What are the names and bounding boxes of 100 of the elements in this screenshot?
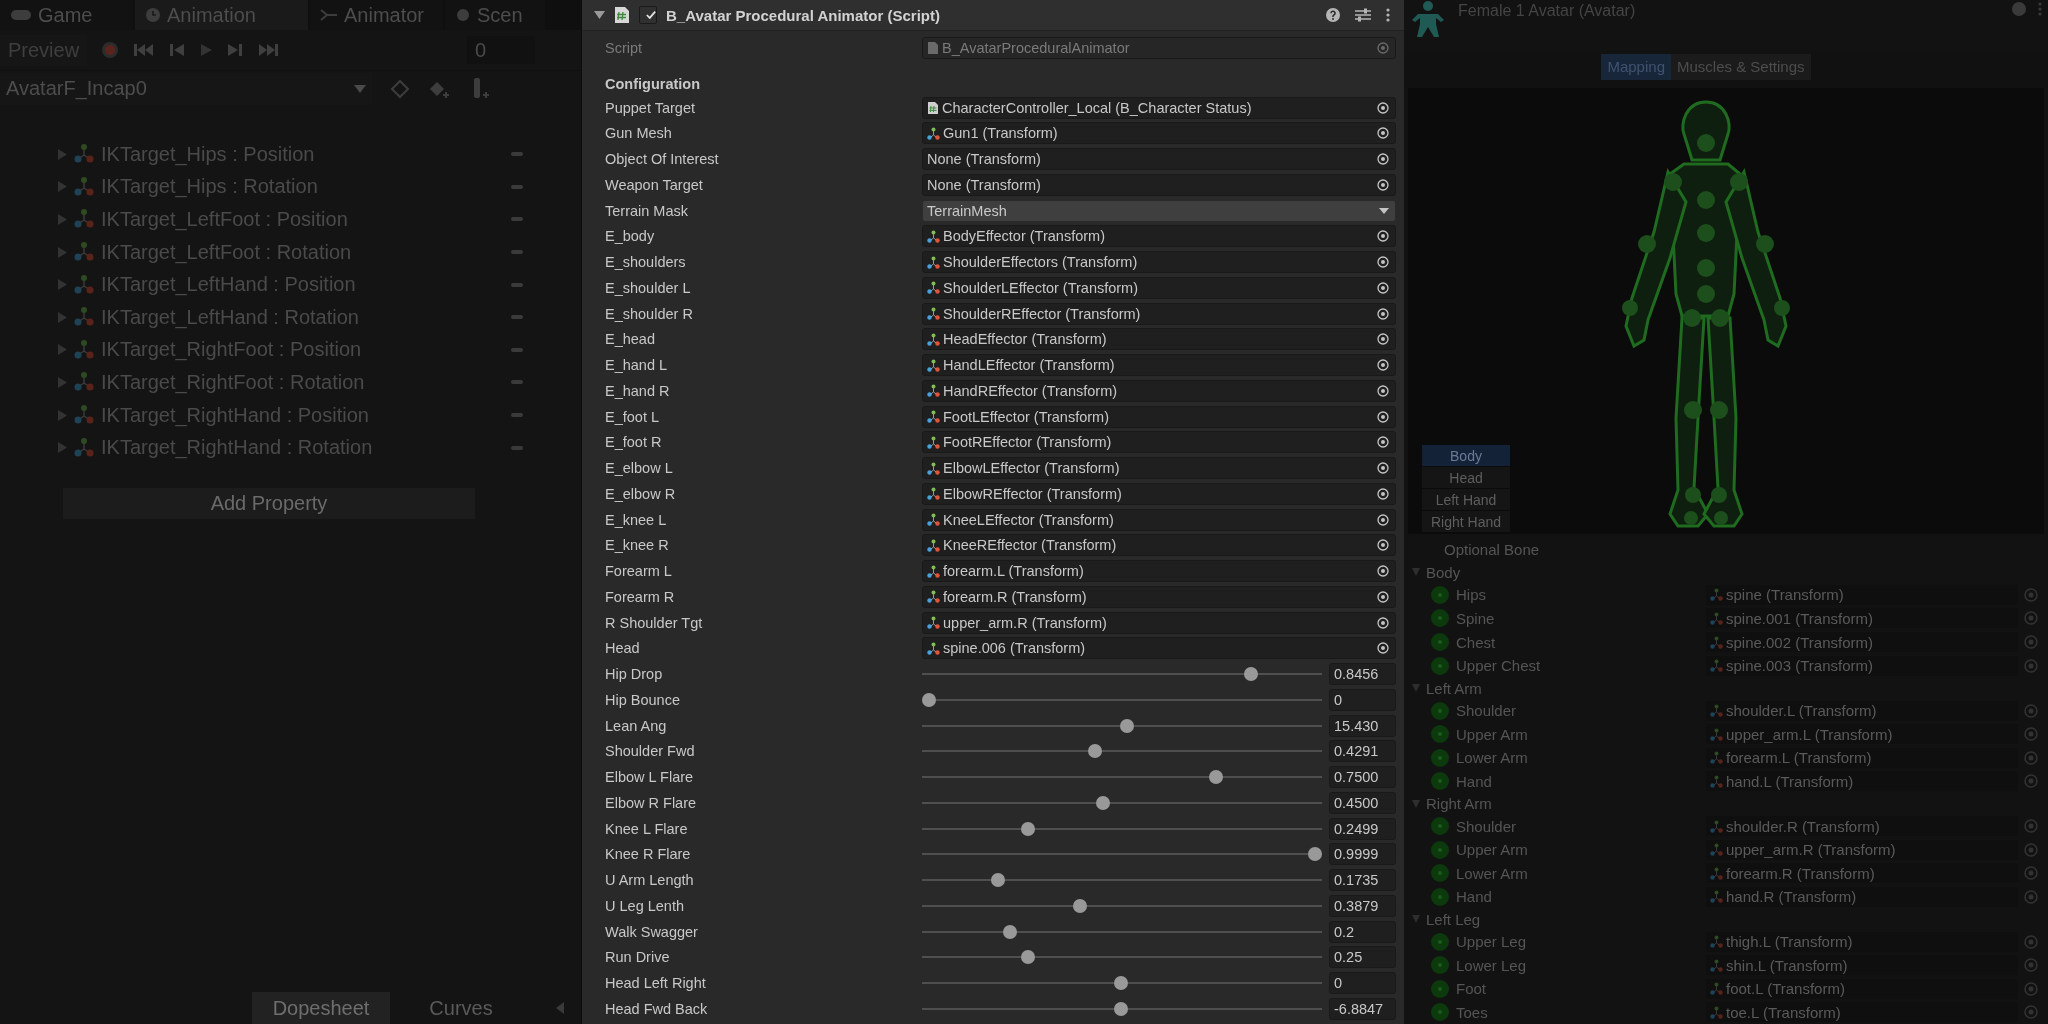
field-label: E_knee L	[605, 511, 668, 528]
group-label[interactable]: Body	[1426, 563, 1461, 581]
object-field[interactable]: forearm.L (Transform)	[922, 560, 1396, 583]
group-label[interactable]: Right Arm	[1426, 795, 1492, 813]
object-field[interactable]: ElbowREffector (Transform)	[922, 482, 1396, 505]
number-field[interactable]: 0.4291	[1329, 740, 1396, 763]
slider-thumb[interactable]	[1003, 924, 1018, 939]
object-field[interactable]: upper_arm.R (Transform)	[922, 611, 1396, 634]
field-label: U Arm Length	[605, 872, 695, 889]
bone-status-icon	[1430, 863, 1450, 884]
bone-status-icon	[1430, 816, 1450, 837]
object-field[interactable]: Gun1 (Transform)	[922, 122, 1396, 145]
number-field[interactable]: 0.2	[1329, 920, 1396, 943]
slider-thumb[interactable]	[1021, 821, 1036, 836]
transform-icon	[1710, 751, 1723, 765]
transform-icon	[1710, 982, 1723, 996]
number-field[interactable]: 0.1735	[1329, 869, 1396, 892]
transform-icon	[927, 590, 940, 604]
bone-label: Shoulder	[1456, 817, 1518, 835]
number-field[interactable]: -6.8847	[1329, 997, 1396, 1020]
slider-thumb[interactable]	[991, 873, 1006, 888]
object-field[interactable]: FootLEffector (Transform)	[922, 405, 1396, 428]
transform-icon	[73, 273, 95, 296]
number-field[interactable]: 0.4500	[1329, 791, 1396, 814]
object-field[interactable]: None (Transform)	[922, 173, 1396, 196]
view-tab[interactable]: Dopesheet	[252, 992, 390, 1024]
object-field[interactable]: spine.006 (Transform)	[922, 637, 1396, 660]
object-field[interactable]: CharacterController_Local (B_Character Status)	[922, 96, 1396, 119]
transform-icon	[1710, 935, 1723, 949]
transform-icon	[1710, 704, 1723, 718]
slider-thumb[interactable]	[1095, 795, 1110, 810]
number-field[interactable]: 0.2499	[1329, 817, 1396, 840]
transform-icon	[73, 175, 95, 198]
bone-status-icon	[1430, 655, 1450, 676]
add-property-button[interactable]: Add Property	[63, 487, 475, 519]
slider-thumb[interactable]	[1021, 950, 1036, 965]
menu-icon[interactable]	[1386, 8, 1390, 22]
slider-thumb[interactable]	[1114, 976, 1129, 991]
body-part-button[interactable]: Right Hand	[1422, 511, 1510, 533]
slider-thumb[interactable]	[1243, 667, 1258, 682]
slider-thumb[interactable]	[1072, 898, 1087, 913]
body-part-button[interactable]: Left Hand	[1422, 489, 1510, 511]
slider-thumb[interactable]	[922, 692, 936, 707]
settings-icon[interactable]	[1355, 8, 1371, 22]
number-field[interactable]: 0.3879	[1329, 894, 1396, 917]
transform-icon	[927, 307, 940, 321]
body-part-button[interactable]: Head	[1422, 467, 1510, 489]
dropdown-field[interactable]: TerrainMesh	[922, 199, 1396, 222]
number-field[interactable]: 0.25	[1329, 946, 1396, 969]
group-label[interactable]: Left Arm	[1426, 679, 1482, 697]
object-field[interactable]: None (Transform)	[922, 148, 1396, 171]
optional-bone-label: Optional Bone	[1444, 541, 1540, 559]
group-label[interactable]: Left Leg	[1426, 910, 1481, 928]
object-field[interactable]: ShoulderEffectors (Transform)	[922, 251, 1396, 274]
object-field[interactable]: HandREffector (Transform)	[922, 379, 1396, 402]
object-field[interactable]: HandLEffector (Transform)	[922, 354, 1396, 377]
check-icon	[646, 10, 656, 20]
field-label: E_shoulder L	[605, 279, 692, 296]
transform-icon	[927, 538, 940, 552]
field-label: Elbow R Flare	[605, 794, 698, 811]
object-field[interactable]: ShoulderREffector (Transform)	[922, 302, 1396, 325]
slider-thumb[interactable]	[1087, 744, 1102, 759]
slider-thumb[interactable]	[1114, 1001, 1129, 1016]
slider-thumb[interactable]	[1120, 718, 1134, 733]
field-label: E_body	[605, 228, 656, 245]
number-field[interactable]: 0.9999	[1329, 843, 1396, 866]
slider-thumb[interactable]	[1308, 847, 1322, 862]
number-field[interactable]: 0	[1329, 972, 1396, 995]
field-label: E_hand R	[605, 382, 671, 399]
number-field[interactable]: 0	[1329, 688, 1396, 711]
caret-icon	[354, 84, 366, 93]
object-field[interactable]: ElbowLEffector (Transform)	[922, 457, 1396, 480]
field-label: Head	[605, 640, 641, 657]
object-field[interactable]: KneeREffector (Transform)	[922, 534, 1396, 557]
bone-label: Upper Arm	[1456, 841, 1529, 859]
field-label: Run Drive	[605, 949, 671, 966]
script-icon	[927, 100, 939, 115]
object-field[interactable]: forearm.R (Transform)	[922, 585, 1396, 608]
transform-icon	[927, 461, 940, 475]
field-label: Hip Drop	[605, 666, 664, 683]
bone-label: Upper Chest	[1456, 657, 1542, 674]
slider-thumb[interactable]	[1208, 770, 1223, 785]
animator-icon	[320, 8, 338, 22]
bone-status-icon	[1430, 931, 1450, 952]
object-field[interactable]: FootREffector (Transform)	[922, 431, 1396, 454]
object-field[interactable]: ShoulderLEffector (Transform)	[922, 276, 1396, 299]
number-field[interactable]: 0.8456	[1329, 663, 1396, 686]
foldout-arrow-icon[interactable]	[594, 11, 605, 19]
number-field[interactable]: 15.430	[1329, 714, 1396, 737]
enabled-checkbox[interactable]	[639, 6, 657, 24]
bone-label: Hand	[1456, 888, 1493, 906]
field-label: Script	[605, 39, 644, 56]
number-field[interactable]: 0.7500	[1329, 766, 1396, 789]
object-field[interactable]: BodyEffector (Transform)	[922, 225, 1396, 248]
field-label: Head Fwd Back	[605, 1000, 709, 1017]
script-field: B_AvatarProceduralAnimator	[922, 36, 1396, 59]
object-field[interactable]: KneeLEffector (Transform)	[922, 508, 1396, 531]
bone-status-icon	[1430, 886, 1450, 907]
body-part-button[interactable]: Body	[1422, 445, 1510, 467]
object-field[interactable]: HeadEffector (Transform)	[922, 328, 1396, 351]
